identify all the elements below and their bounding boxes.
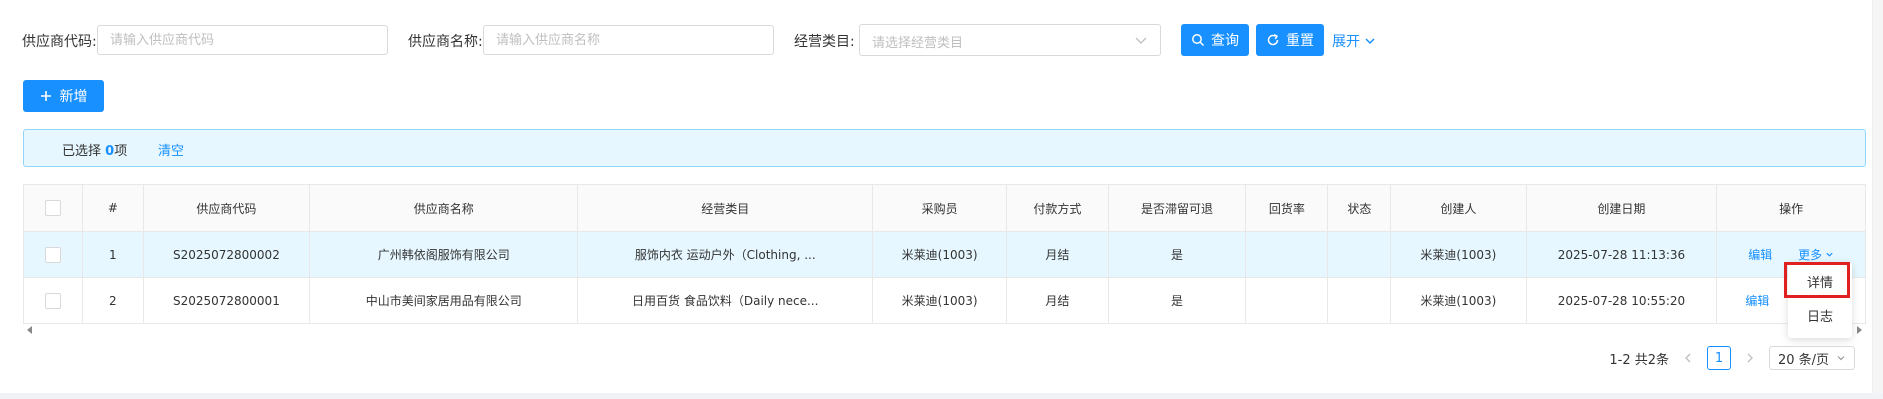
select-all-cell[interactable] [22, 184, 84, 232]
column-header: 操作 [1716, 184, 1866, 232]
supplier-code-input[interactable] [97, 25, 388, 55]
add-button-label: 新增 [59, 89, 88, 105]
reset-button[interactable]: 重置 [1256, 24, 1324, 56]
chevron-right-icon[interactable] [1857, 326, 1862, 334]
pagination-summary: 1-2 共2条 [1609, 352, 1669, 368]
cell-index: 2 [82, 277, 144, 324]
category-placeholder: 请选择经营类目 [872, 36, 964, 51]
expand-toggle[interactable]: 展开 [1332, 31, 1376, 51]
menu-item-log[interactable]: 日志 [1788, 300, 1852, 330]
cell-created: 2025-07-28 11:13:36 [1525, 231, 1718, 278]
chevron-down-icon [1365, 38, 1375, 45]
query-button-label: 查询 [1211, 33, 1239, 49]
selection-prefix: 已选择 [62, 144, 102, 159]
cell-returnable: 是 [1107, 231, 1247, 278]
table-row[interactable]: 2 S2025072800001 中山市美间家居用品有限公司 日用百货 食品饮料… [22, 277, 1866, 324]
table-header-row: # 供应商代码 供应商名称 经营类目 采购员 付款方式 是否滞留可退 回货率 状… [22, 184, 1866, 232]
column-header: 是否滞留可退 [1107, 184, 1247, 232]
table-row[interactable]: 1 S2025072800002 广州韩依阁服饰有限公司 服饰内衣 运动户外（C… [22, 231, 1866, 278]
chevron-down-icon [1135, 37, 1147, 44]
cell-payment: 月结 [1006, 231, 1109, 278]
cell-creator: 米莱迪(1003) [1390, 277, 1527, 324]
supplier-name-input[interactable] [483, 25, 774, 55]
reset-button-label: 重置 [1286, 33, 1314, 49]
chevron-down-icon [1837, 356, 1845, 361]
chevron-down-icon [1826, 252, 1833, 257]
supplier-table: # 供应商代码 供应商名称 经营类目 采购员 付款方式 是否滞留可退 回货率 状… [22, 184, 1866, 324]
category-label: 经营类目: [794, 34, 855, 50]
cell-return-rate [1245, 277, 1329, 324]
cell-status [1327, 231, 1392, 278]
pagination: 1-2 共2条 1 20 条/页 [1609, 345, 1855, 371]
plus-icon [40, 91, 51, 101]
cell-name: 中山市美间家居用品有限公司 [309, 277, 579, 324]
selection-suffix: 项 [114, 144, 128, 159]
add-button[interactable]: 新增 [23, 80, 104, 112]
cell-index: 1 [82, 231, 144, 278]
cell-creator: 米莱迪(1003) [1390, 231, 1527, 278]
row-checkbox[interactable] [45, 292, 62, 309]
page-bottom-divider [0, 393, 1883, 399]
column-header: 经营类目 [577, 184, 874, 232]
expand-label: 展开 [1332, 34, 1360, 50]
cell-code: S2025072800002 [142, 231, 311, 278]
supplier-code-label: 供应商代码: [22, 34, 97, 50]
cell-category: 服饰内衣 运动户外（Clothing, ... [577, 231, 874, 278]
column-header: 供应商代码 [142, 184, 311, 232]
cell-buyer: 米莱迪(1003) [872, 277, 1008, 324]
query-button[interactable]: 查询 [1181, 24, 1249, 56]
cell-payment: 月结 [1006, 277, 1109, 324]
chevron-right-icon [1747, 353, 1753, 363]
supplier-name-label: 供应商名称: [408, 34, 483, 50]
column-header: # [82, 184, 144, 232]
cell-return-rate [1245, 231, 1329, 278]
reload-icon [1267, 33, 1279, 46]
page-button-current[interactable]: 1 [1707, 346, 1731, 370]
more-dropdown-menu: 详情 日志 [1784, 262, 1852, 338]
selection-alert: 已选择 0项 清空 [23, 129, 1866, 167]
more-label: 更多 [1798, 248, 1823, 262]
cell-returnable: 是 [1107, 277, 1247, 324]
next-page-button[interactable] [1741, 346, 1759, 370]
prev-page-button[interactable] [1679, 346, 1697, 370]
cell-name: 广州韩依阁服饰有限公司 [309, 231, 579, 278]
page-size-select[interactable]: 20 条/页 [1769, 346, 1855, 370]
edit-link[interactable]: 编辑 [1748, 248, 1772, 262]
column-header: 供应商名称 [309, 184, 579, 232]
search-icon [1192, 34, 1205, 47]
search-form: 供应商代码: 供应商名称: 经营类目: 请选择经营类目 查询 重置 展开 [22, 24, 1862, 56]
column-header: 付款方式 [1006, 184, 1109, 232]
selection-count: 0 [105, 144, 115, 159]
chevron-left-icon[interactable] [27, 326, 32, 334]
focus-highlight-box [1784, 262, 1850, 298]
selection-info: 已选择 0项 [62, 140, 127, 159]
clear-selection-link[interactable]: 清空 [158, 140, 184, 159]
cell-category: 日用百货 食品饮料（Daily nece... [577, 277, 874, 324]
horizontal-scrollbar[interactable] [23, 325, 1866, 335]
cell-created: 2025-07-28 10:55:20 [1525, 277, 1718, 324]
column-header: 回货率 [1245, 184, 1329, 232]
select-all-checkbox[interactable] [45, 200, 62, 216]
row-checkbox[interactable] [45, 246, 62, 263]
row-select-cell[interactable] [22, 277, 84, 324]
category-select[interactable]: 请选择经营类目 [859, 24, 1161, 56]
column-header: 创建日期 [1525, 184, 1718, 232]
column-header: 创建人 [1390, 184, 1527, 232]
row-select-cell[interactable] [22, 231, 84, 278]
cell-code: S2025072800001 [142, 277, 311, 324]
cell-status [1327, 277, 1392, 324]
edit-link[interactable]: 编辑 [1745, 294, 1769, 308]
chevron-left-icon [1685, 353, 1691, 363]
more-menu-trigger[interactable]: 更多 [1798, 246, 1834, 263]
column-header: 采购员 [872, 184, 1008, 232]
page-size-label: 20 条/页 [1778, 352, 1830, 368]
vertical-scrollbar[interactable] [1872, 0, 1883, 399]
cell-buyer: 米莱迪(1003) [872, 231, 1008, 278]
column-header: 状态 [1327, 184, 1392, 232]
